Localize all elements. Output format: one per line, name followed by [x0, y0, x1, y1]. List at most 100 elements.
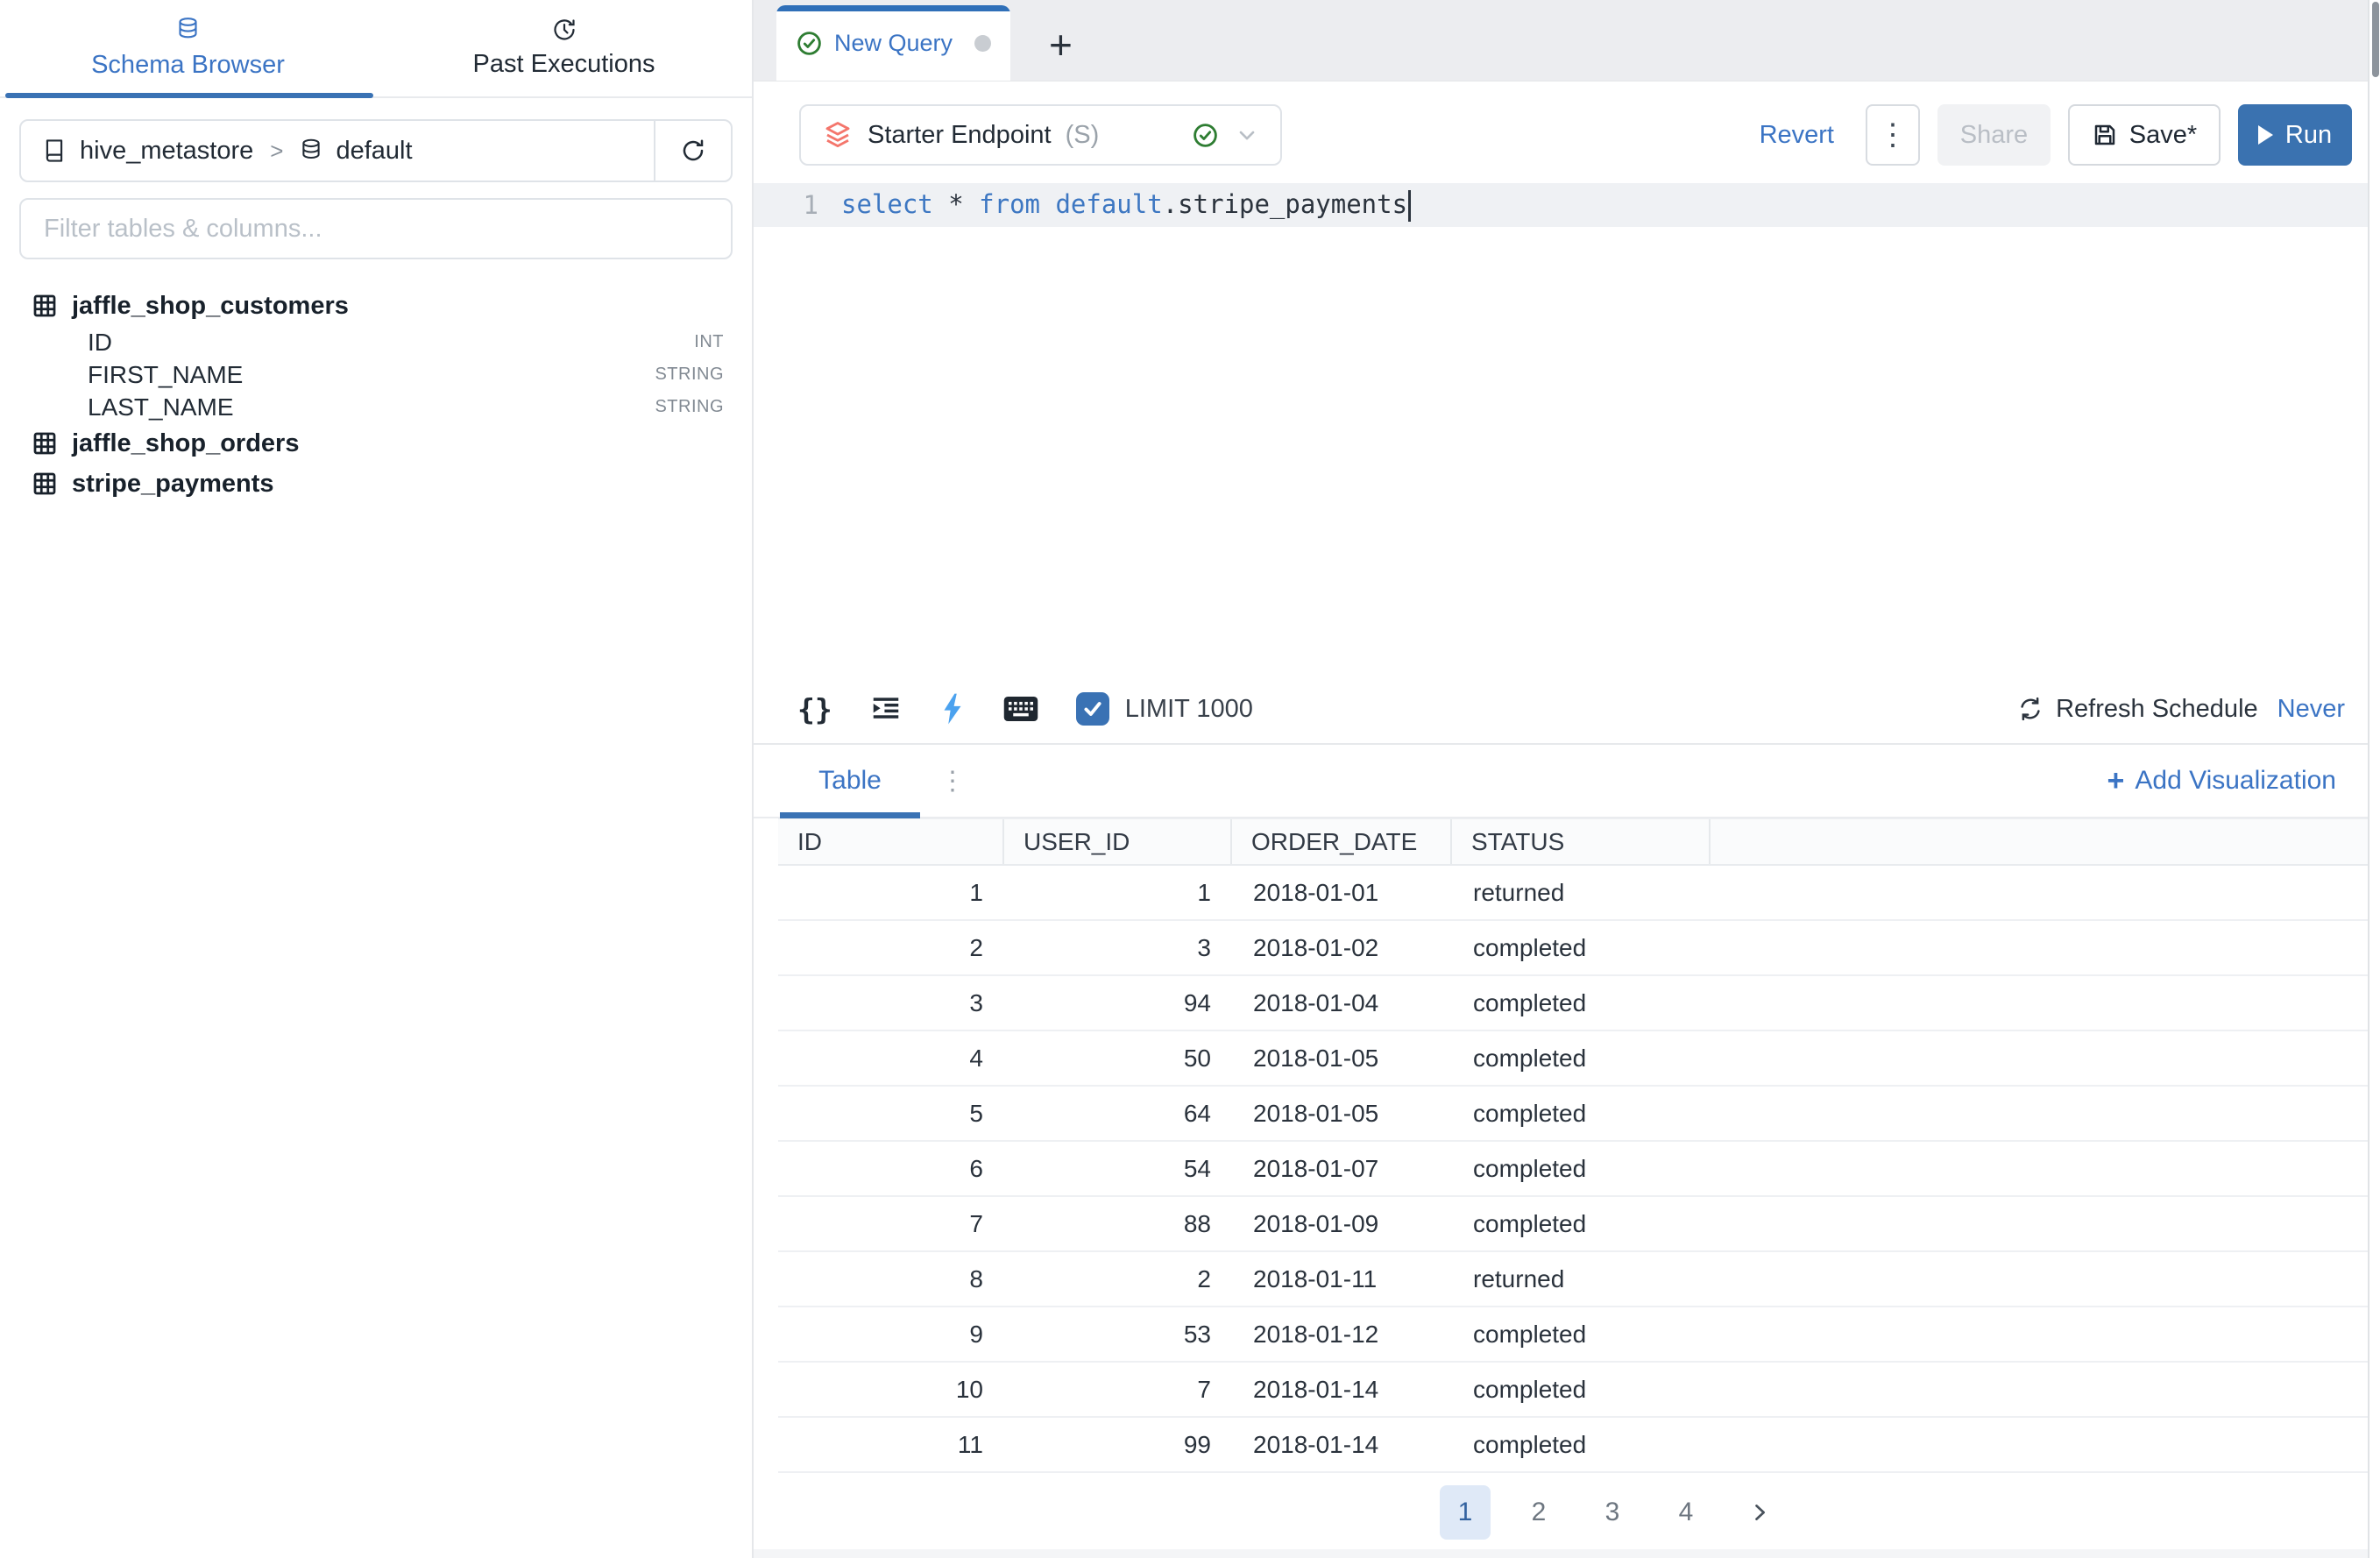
- limit-checkbox[interactable]: [1076, 692, 1109, 726]
- results-tab-table[interactable]: Table: [780, 745, 920, 817]
- sidebar-column-last-name[interactable]: LAST_NAME STRING: [19, 391, 733, 423]
- column-header-user-id[interactable]: USER_ID: [1004, 819, 1232, 864]
- sql-text: select * from default.stripe_payments: [841, 189, 1411, 222]
- sidebar-table-jaffle-shop-orders[interactable]: jaffle_shop_orders: [19, 423, 733, 464]
- breadcrumb-catalog[interactable]: hive_metastore: [80, 137, 253, 166]
- check-circle-icon: [1192, 122, 1219, 149]
- column-type: STRING: [655, 365, 724, 385]
- scrollbar-thumb[interactable]: [2372, 2, 2379, 77]
- breadcrumb-separator: >: [266, 138, 287, 165]
- sidebar-table-jaffle-shop-customers[interactable]: jaffle_shop_customers: [19, 286, 733, 326]
- sidebar-body: hive_metastore > default: [0, 98, 752, 525]
- filter-field: [19, 198, 733, 259]
- clock-icon: [552, 18, 577, 42]
- table-icon: [32, 293, 58, 319]
- run-button[interactable]: Run: [2238, 104, 2352, 166]
- autocomplete-button[interactable]: {}: [797, 692, 832, 726]
- table-row: 5 64 2018-01-05 completed: [778, 1087, 2368, 1142]
- new-tab-button[interactable]: +: [1049, 25, 1073, 65]
- table-name: jaffle_shop_customers: [72, 292, 349, 321]
- sidebar-column-first-name[interactable]: FIRST_NAME STRING: [19, 358, 733, 391]
- results-header: Table ⋮ + Add Visualization: [754, 745, 2368, 818]
- query-tab-label: New Query: [834, 30, 953, 57]
- chevron-right-icon: [1747, 1500, 1772, 1525]
- editor-header: Starter Endpoint (S): [754, 81, 2368, 183]
- refresh-schedule-label: Refresh Schedule: [2056, 695, 2258, 724]
- kebab-icon: ⋮: [1878, 120, 1908, 150]
- page-button-4[interactable]: 4: [1661, 1485, 1711, 1540]
- table-icon: [32, 430, 58, 457]
- limit-label: LIMIT 1000: [1125, 695, 1253, 724]
- editor-active-line: 1 select * from default.stripe_payments: [754, 183, 2368, 227]
- table-row: 7 88 2018-01-09 completed: [778, 1197, 2368, 1252]
- lightning-icon: [939, 692, 966, 726]
- query-success-icon: [796, 30, 823, 57]
- page-button-2[interactable]: 2: [1513, 1485, 1564, 1540]
- breadcrumb: hive_metastore > default: [21, 121, 654, 181]
- next-page-button[interactable]: [1734, 1485, 1785, 1540]
- tab-new-query[interactable]: New Query: [776, 5, 1010, 81]
- catalog-icon: [42, 138, 67, 164]
- add-visualization-label: Add Visualization: [2135, 766, 2336, 796]
- results-table: ID USER_ID ORDER_DATE STATUS 1 1 2018-01…: [778, 818, 2368, 1540]
- refresh-cycle-icon: [2017, 696, 2044, 722]
- tab-past-executions[interactable]: Past Executions: [376, 0, 752, 96]
- revert-link[interactable]: Revert: [1760, 121, 1834, 150]
- column-header-order-date[interactable]: ORDER_DATE: [1232, 819, 1452, 864]
- refresh-schedule-value-link[interactable]: Never: [2277, 695, 2345, 724]
- breadcrumb-schema[interactable]: default: [336, 137, 412, 166]
- sidebar-table-stripe-payments[interactable]: stripe_payments: [19, 464, 733, 504]
- braces-icon: {}: [797, 692, 832, 726]
- filter-input[interactable]: [19, 198, 733, 259]
- column-name: FIRST_NAME: [88, 361, 243, 389]
- table-name: stripe_payments: [72, 470, 274, 499]
- column-name: LAST_NAME: [88, 393, 234, 421]
- run-label: Run: [2285, 121, 2332, 150]
- sql-editor[interactable]: 1 select * from default.stripe_payments: [754, 183, 2368, 675]
- keyboard-icon: [1002, 695, 1039, 723]
- results-menu-button[interactable]: ⋮: [939, 766, 966, 797]
- plus-icon: +: [2107, 764, 2125, 798]
- query-tabbar: New Query +: [754, 0, 2368, 81]
- table-row: 1 1 2018-01-01 returned: [778, 866, 2368, 921]
- table-row: 2 3 2018-01-02 completed: [778, 921, 2368, 976]
- table-row: 3 94 2018-01-04 completed: [778, 976, 2368, 1031]
- save-button[interactable]: Save*: [2068, 104, 2221, 166]
- unsaved-indicator: [974, 35, 991, 52]
- speed-mode-button[interactable]: [939, 692, 966, 726]
- refresh-schema-button[interactable]: [654, 121, 731, 181]
- endpoint-stack-icon: [822, 119, 854, 151]
- column-header-filler: [1711, 819, 2368, 864]
- sidebar-tabs: Schema Browser Past Executions: [0, 0, 752, 98]
- table-row: 11 99 2018-01-14 completed: [778, 1418, 2368, 1473]
- column-header-id[interactable]: ID: [778, 819, 1004, 864]
- column-header-status[interactable]: STATUS: [1452, 819, 1711, 864]
- bottom-strip: [754, 1549, 2368, 1558]
- endpoint-status: [1192, 122, 1259, 149]
- refresh-schedule: Refresh Schedule Never: [2017, 695, 2345, 724]
- text-cursor: [1408, 190, 1411, 222]
- header-actions: Revert ⋮ Share Save*: [1760, 104, 2352, 166]
- table-icon: [32, 471, 58, 497]
- schema-breadcrumb: hive_metastore > default: [19, 119, 733, 182]
- format-query-button[interactable]: [869, 692, 903, 726]
- sidebar-column-id[interactable]: ID INT: [19, 326, 733, 358]
- tab-schema-browser[interactable]: Schema Browser: [0, 0, 376, 96]
- column-type: STRING: [655, 397, 724, 417]
- table-row: 9 53 2018-01-12 completed: [778, 1307, 2368, 1363]
- indent-icon: [869, 692, 903, 726]
- save-label: Save*: [2129, 121, 2197, 150]
- page-scrollbar[interactable]: [2368, 0, 2380, 1558]
- pagination: 1 2 3 4: [818, 1485, 2380, 1540]
- sidebar-tab-label: Schema Browser: [91, 51, 285, 80]
- add-visualization-button[interactable]: + Add Visualization: [2107, 764, 2336, 798]
- page-button-3[interactable]: 3: [1587, 1485, 1638, 1540]
- page-button-1[interactable]: 1: [1440, 1485, 1491, 1540]
- refresh-icon: [680, 138, 706, 164]
- main-panel: New Query + Starter Endpoint (S): [754, 0, 2368, 1558]
- more-menu-button[interactable]: ⋮: [1866, 104, 1920, 166]
- endpoint-selector[interactable]: Starter Endpoint (S): [799, 104, 1282, 166]
- keyboard-shortcuts-button[interactable]: [1002, 695, 1039, 723]
- results-table-header: ID USER_ID ORDER_DATE STATUS: [778, 818, 2368, 866]
- share-button[interactable]: Share: [1937, 104, 2051, 166]
